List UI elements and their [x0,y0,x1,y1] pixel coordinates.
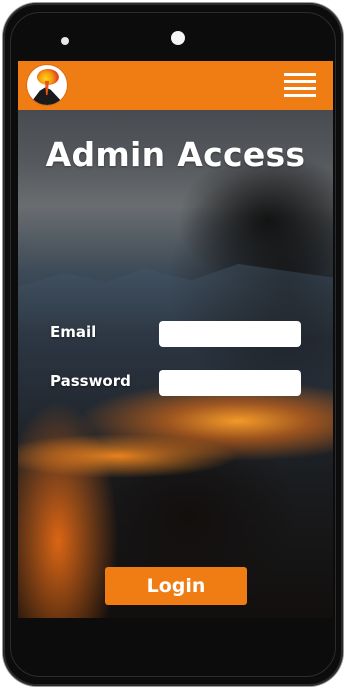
phone-sensor [61,37,69,45]
top-navbar [18,61,333,110]
page-title: Admin Access [45,135,306,174]
volcano-logo-icon[interactable] [27,65,67,105]
phone-camera [171,31,185,45]
password-label: Password [50,372,131,390]
app-screen: Admin Access Email Password Login [18,61,333,618]
login-button[interactable]: Login [105,567,247,605]
hamburger-menu-icon[interactable] [284,73,316,98]
email-field[interactable] [159,321,301,347]
email-label: Email [50,323,97,341]
password-field[interactable] [159,370,301,396]
